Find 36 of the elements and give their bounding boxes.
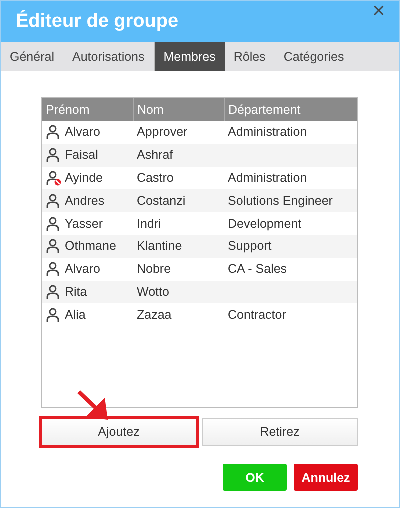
table-cell: Andres (65, 194, 105, 208)
table-cell: Klantine (137, 239, 182, 254)
table-cell: Zazaa (137, 308, 172, 322)
table-cell: Costanzi (137, 194, 186, 208)
table-cell: Nobre (137, 262, 172, 276)
window-title: Éditeur de groupe (16, 10, 179, 32)
table-cell: Rita (65, 284, 88, 299)
tab[interactable]: Rôles (224, 42, 275, 71)
table-cell: Ashraf (137, 148, 174, 162)
table-cell: Ayinde (65, 170, 103, 185)
table-cell: Alvaro (65, 262, 100, 276)
table-cell: Approver (137, 125, 188, 140)
tab[interactable]: Catégories (274, 42, 354, 71)
table-cell: Administration (228, 170, 308, 185)
close-button[interactable]: × (372, 2, 386, 20)
cancel-button[interactable]: Annulez (294, 464, 358, 491)
table-cell: Indri (137, 216, 162, 231)
tab[interactable]: Général (1, 42, 64, 71)
tab[interactable]: Autorisations (63, 42, 154, 71)
table-cell: Alvaro (65, 125, 100, 140)
table-cell: Support (228, 239, 272, 254)
highlighted-add-button[interactable]: Ajoutez (41, 418, 197, 446)
table-cell: Contractor (228, 308, 286, 322)
table-cell: Wotto (137, 284, 170, 299)
table-cell: Administration (228, 125, 308, 140)
table-cell: CA - Sales (228, 262, 288, 276)
table-cell: Yasser (65, 216, 103, 231)
table-cell: Development (228, 216, 302, 231)
table-cell: Othmane (65, 239, 116, 254)
table-cell: Castro (137, 170, 174, 185)
table-cell: Faisal (65, 148, 98, 162)
table-cell: Solutions Engineer (228, 194, 333, 208)
tab[interactable]: Membres (154, 42, 225, 71)
annotation-arrow (78, 390, 108, 420)
table-cell: Alia (65, 308, 86, 322)
remove-button[interactable]: Retirez (202, 418, 358, 446)
